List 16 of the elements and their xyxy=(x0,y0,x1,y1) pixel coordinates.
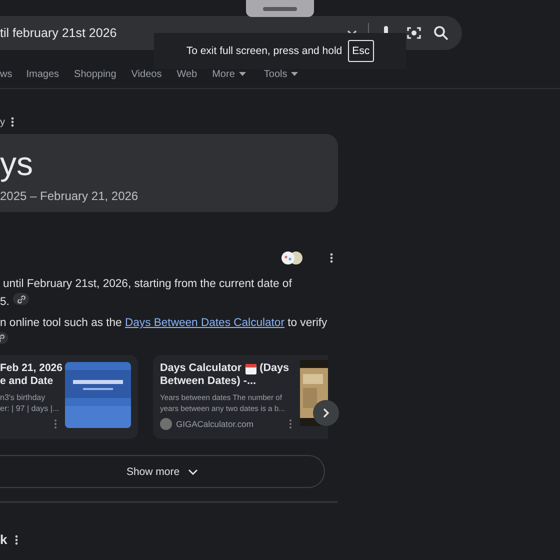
fullscreen-message: To exit full screen, press and hold xyxy=(186,45,342,57)
card-snippet: n3's birthday er: | 97 | days |... xyxy=(0,392,60,414)
section-label: k xyxy=(0,532,8,547)
section-label: y xyxy=(0,116,5,128)
card-title: Feb 21, 2026 e and Date xyxy=(0,362,62,388)
overview-paragraph: n online tool such as the Days Between Dates Calculator to verify xyxy=(0,316,328,331)
card-title: (Days xyxy=(260,362,290,375)
card-title: Between Dates) -... xyxy=(160,375,256,388)
source-name: GIGACalculator.com xyxy=(176,419,254,429)
search-query: til february 21st 2026 xyxy=(0,26,118,40)
date-range: 2025 – February 21, 2026 xyxy=(0,189,140,203)
overview-paragraph: until February 21st, 2026, starting from the current date of xyxy=(2,277,293,292)
esc-key: Esc xyxy=(348,40,374,62)
overview-text: 5. xyxy=(0,295,10,310)
card-title: Days Calculator xyxy=(160,362,242,375)
answer-value: ys xyxy=(0,146,34,182)
